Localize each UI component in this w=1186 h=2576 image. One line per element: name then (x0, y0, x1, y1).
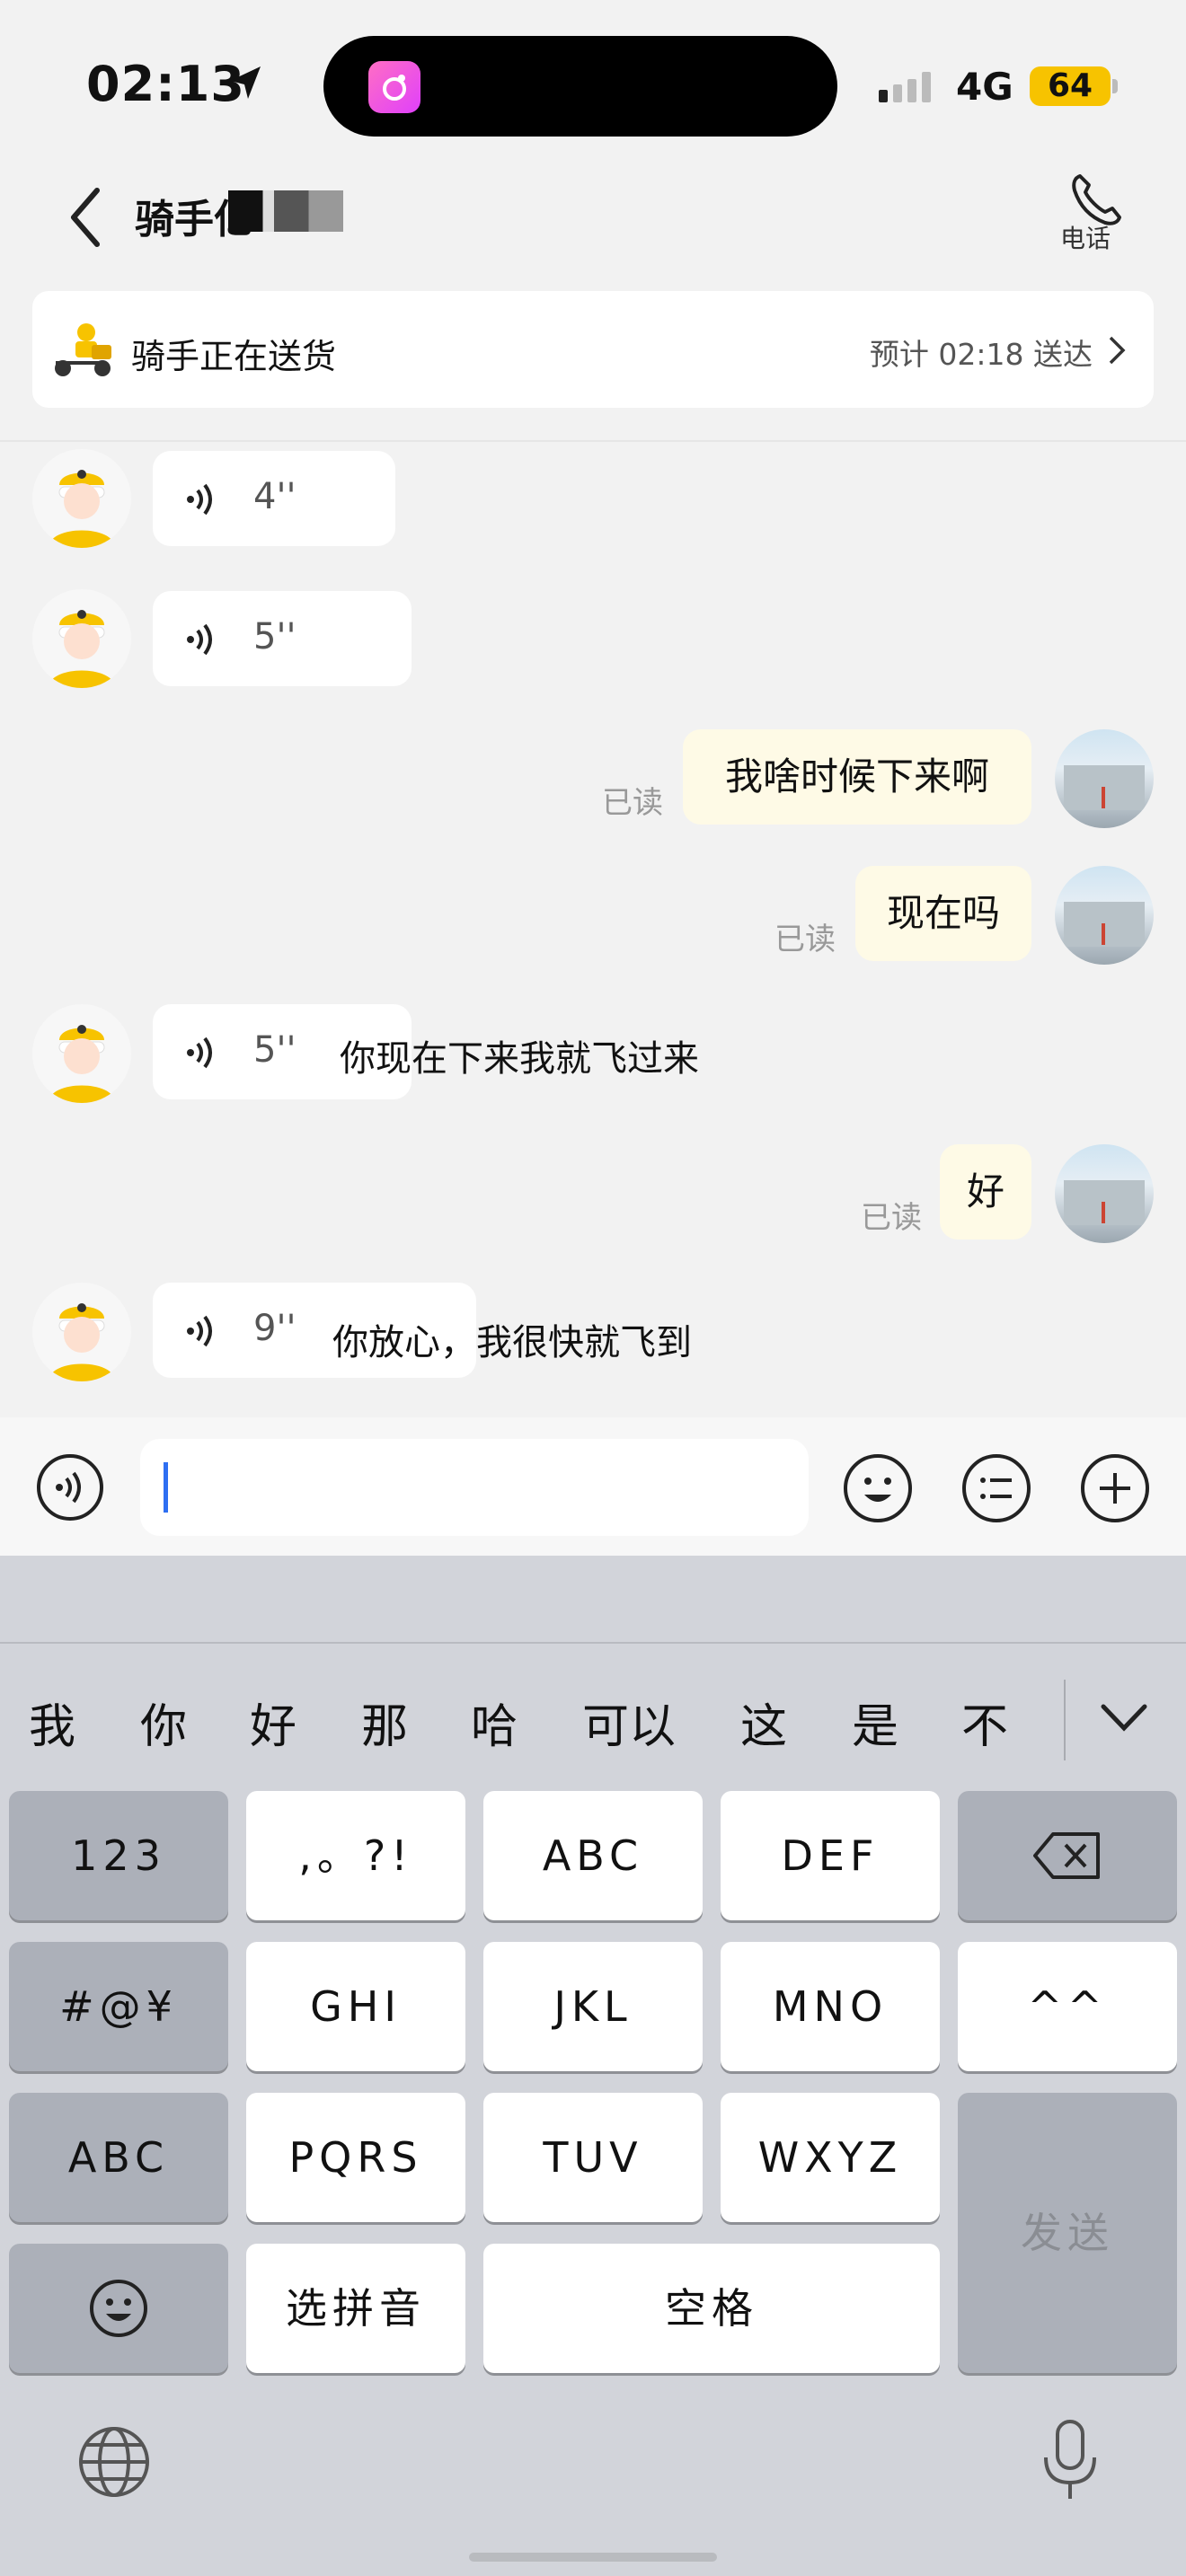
emoji-key[interactable] (9, 2244, 228, 2373)
key-def[interactable]: DEF (721, 1791, 940, 1920)
home-indicator (469, 2553, 717, 2562)
voice-input-icon[interactable] (36, 1453, 104, 1522)
candidate-word[interactable]: 这 (740, 1689, 787, 1756)
candidate-divider (0, 1642, 1186, 1644)
space-key[interactable]: 空格 (483, 2244, 940, 2373)
text-cursor (164, 1462, 168, 1513)
delivery-eta: 预计 02:18 送达 (869, 337, 1093, 372)
app-icon[interactable] (368, 61, 420, 113)
chat-screen: { "status_bar": {"time": "02:13", "netwo… (0, 0, 1186, 2576)
emoji-icon[interactable] (843, 1453, 913, 1523)
clock: 02:13 (86, 56, 245, 112)
candidate-word[interactable]: 不 (961, 1689, 1008, 1756)
key-wxyz[interactable]: WXYZ (721, 2093, 940, 2222)
candidate-word[interactable]: 那 (361, 1689, 408, 1756)
candidate-separator (1064, 1680, 1066, 1760)
voice-wave-icon (187, 623, 212, 656)
key-emoticon[interactable]: ^^ (958, 1942, 1177, 2071)
user-message[interactable]: 现在吗 (855, 866, 1031, 961)
key-abc[interactable]: ABC (483, 1791, 703, 1920)
key-ghi[interactable]: GHI (246, 1942, 465, 2071)
voice-duration: 5'' (253, 1029, 296, 1071)
key-symbols[interactable]: #@¥ (9, 1942, 228, 2071)
scooter-icon (55, 323, 111, 376)
voice-duration: 4'' (253, 476, 296, 517)
key-abc-switch[interactable]: ABC (9, 2093, 228, 2222)
read-receipt: 已读 (861, 1200, 922, 1236)
call-label[interactable]: 电话 (1060, 219, 1111, 255)
voice-duration: 5'' (253, 616, 296, 657)
read-receipt: 已读 (602, 785, 663, 821)
voice-message[interactable]: 4'' (153, 451, 395, 546)
signal-icon (879, 72, 931, 102)
user-avatar[interactable] (1055, 729, 1154, 828)
candidate-word[interactable]: 可以 (582, 1689, 676, 1756)
candidate-word[interactable]: 是 (852, 1689, 898, 1756)
battery-tip (1112, 79, 1118, 93)
candidate-word[interactable]: 哈 (471, 1689, 518, 1756)
key-123[interactable]: 123 (9, 1791, 228, 1920)
user-avatar[interactable] (1055, 1144, 1154, 1243)
location-arrow-icon (230, 66, 261, 99)
user-message[interactable]: 好 (940, 1144, 1031, 1239)
voice-transcript: 你现在下来我就飞过来 (340, 1038, 699, 1080)
voice-wave-icon (187, 1315, 212, 1347)
list-icon[interactable] (961, 1453, 1031, 1523)
rider-avatar[interactable] (32, 449, 131, 548)
microphone-icon[interactable] (1040, 2418, 1100, 2502)
network-type: 4G (956, 65, 1013, 109)
backspace-icon (1033, 1832, 1100, 1879)
chat-header: 骑手亿 电话 (0, 171, 1186, 287)
voice-wave-icon (187, 483, 212, 516)
plus-icon[interactable] (1080, 1453, 1150, 1523)
key-tuv[interactable]: TUV (483, 2093, 703, 2222)
key-mno[interactable]: MNO (721, 1942, 940, 2071)
chevron-down-icon[interactable] (1098, 1701, 1150, 1734)
read-receipt: 已读 (774, 922, 836, 957)
status-bar: 02:13 4G 64 (0, 0, 1186, 171)
dynamic-island (323, 36, 837, 137)
candidate-word[interactable]: 我 (29, 1689, 75, 1756)
candidate-word[interactable]: 好 (250, 1689, 296, 1756)
rider-avatar[interactable] (32, 1283, 131, 1381)
voice-duration: 9'' (253, 1308, 296, 1349)
battery-level: 64 (1030, 66, 1111, 106)
name-redaction (228, 190, 343, 232)
chevron-right-icon (1109, 336, 1126, 365)
voice-transcript: 你放心，我很快就飞到 (332, 1322, 692, 1363)
keyboard: 我 你 好 那 哈 可以 这 是 不 123 ,。?! ABC DEF #@¥ … (0, 1556, 1186, 2576)
back-chevron-icon[interactable] (63, 183, 108, 251)
input-bar (0, 1417, 1186, 1556)
rider-avatar[interactable] (32, 589, 131, 688)
candidate-word[interactable]: 你 (140, 1689, 187, 1756)
backspace-key[interactable] (958, 1791, 1177, 1920)
rider-avatar[interactable] (32, 1004, 131, 1103)
delivery-status: 骑手正在送货 (131, 337, 337, 376)
key-pqrs[interactable]: PQRS (246, 2093, 465, 2222)
smiley-key-icon (90, 2280, 147, 2337)
key-pinyin[interactable]: 选拼音 (246, 2244, 465, 2373)
voice-wave-icon (187, 1037, 212, 1069)
user-avatar[interactable] (1055, 866, 1154, 965)
delivery-status-card[interactable]: 骑手正在送货 预计 02:18 送达 (32, 291, 1154, 408)
globe-icon[interactable] (77, 2425, 151, 2499)
voice-message[interactable]: 5'' (153, 591, 412, 686)
key-punctuation[interactable]: ,。?! (246, 1791, 465, 1920)
send-key[interactable]: 发送 (958, 2093, 1177, 2373)
message-input[interactable] (140, 1439, 809, 1536)
key-jkl[interactable]: JKL (483, 1942, 703, 2071)
user-message[interactable]: 我啥时候下来啊 (683, 729, 1031, 825)
header-divider (0, 440, 1186, 442)
